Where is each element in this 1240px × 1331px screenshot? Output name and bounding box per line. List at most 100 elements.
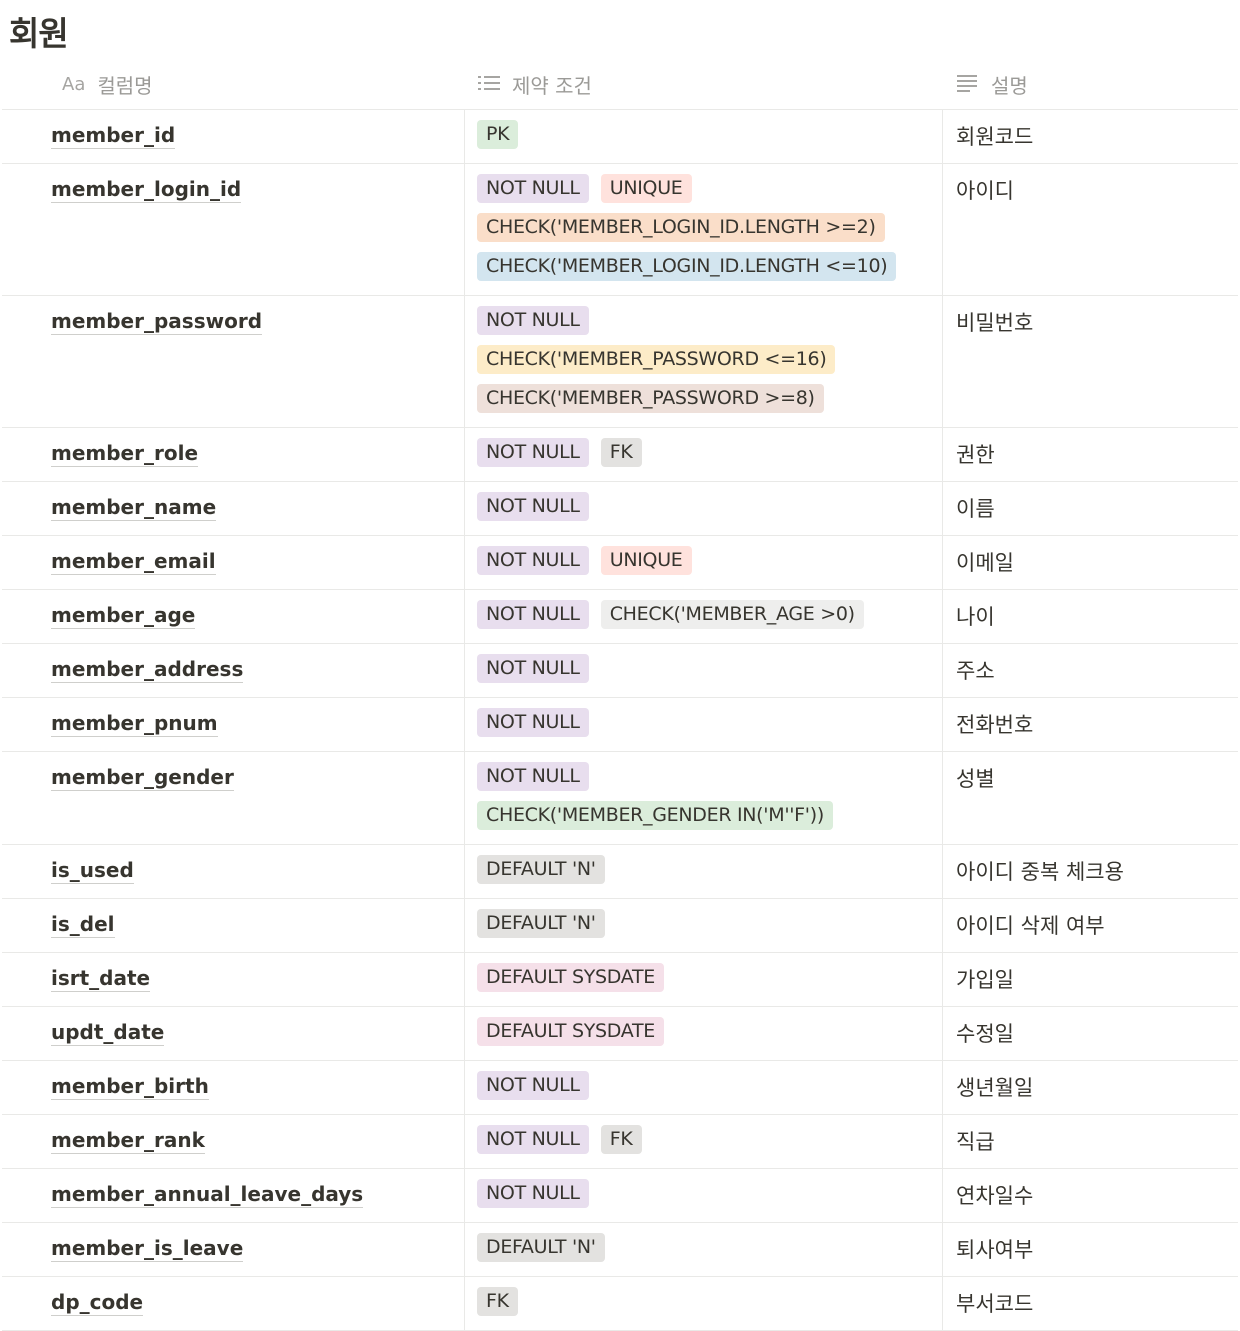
cell-column-name[interactable]: member_gender: [2, 752, 464, 844]
cell-description[interactable]: 아이디: [943, 164, 1238, 295]
cell-description[interactable]: 부서코드: [943, 1277, 1238, 1330]
cell-description[interactable]: 아이디 중복 체크용: [943, 845, 1238, 898]
cell-column-name[interactable]: is_used: [2, 845, 464, 898]
cell-column-name[interactable]: is_del: [2, 899, 464, 952]
cell-constraints[interactable]: NOT NULL: [464, 482, 943, 535]
table-row[interactable]: member_gender NOT NULL CHECK('MEMBER_GENDE…: [2, 752, 1238, 845]
table-row[interactable]: member_age NOT NULL CHECK('MEMBER_AGE >0) 나…: [2, 590, 1238, 644]
cell-description[interactable]: 직급: [943, 1115, 1238, 1168]
table-row[interactable]: member_annual_leave_days NOT NULL 연차일수: [2, 1169, 1238, 1223]
table-row[interactable]: member_password NOT NULL CHECK('MEMBER_PAS…: [2, 296, 1238, 428]
cell-description[interactable]: 전화번호: [943, 698, 1238, 751]
cell-column-name[interactable]: member_name: [2, 482, 464, 535]
column-name-text[interactable]: member_annual_leave_days: [51, 1182, 364, 1208]
table-row[interactable]: member_address NOT NULL 주소: [2, 644, 1238, 698]
column-name-text[interactable]: member_is_leave: [51, 1236, 244, 1262]
cell-column-name[interactable]: member_rank: [2, 1115, 464, 1168]
table-row[interactable]: member_birth NOT NULL 생년월일: [2, 1061, 1238, 1115]
cell-description[interactable]: 가입일: [943, 953, 1238, 1006]
cell-column-name[interactable]: member_pnum: [2, 698, 464, 751]
cell-constraints[interactable]: DEFAULT 'N': [464, 845, 943, 898]
table-row[interactable]: member_pnum NOT NULL 전화번호: [2, 698, 1238, 752]
cell-column-name[interactable]: isrt_date: [2, 953, 464, 1006]
cell-column-name[interactable]: member_role: [2, 428, 464, 481]
table-row[interactable]: member_is_leave DEFAULT 'N' 퇴사여부: [2, 1223, 1238, 1277]
cell-description[interactable]: 비밀번호: [943, 296, 1238, 427]
cell-description[interactable]: 주소: [943, 644, 1238, 697]
column-header-description[interactable]: 설명: [943, 60, 1238, 109]
cell-description[interactable]: 아이디 삭제 여부: [943, 899, 1238, 952]
cell-column-name[interactable]: member_annual_leave_days: [2, 1169, 464, 1222]
cell-description[interactable]: 수정일: [943, 1007, 1238, 1060]
cell-constraints[interactable]: NOT NULL CHECK('MEMBER_PASSWORD <=16) CHEC…: [464, 296, 943, 427]
column-name-text[interactable]: is_del: [51, 912, 115, 938]
cell-constraints[interactable]: NOT NULL CHECK('MEMBER_GENDER IN('M''F')): [464, 752, 943, 844]
cell-constraints[interactable]: DEFAULT 'N': [464, 1223, 943, 1276]
table-row[interactable]: member_login_id NOT NULL UNIQUE CHECK('MEMB…: [2, 164, 1238, 296]
cell-column-name[interactable]: member_address: [2, 644, 464, 697]
cell-constraints[interactable]: NOT NULL UNIQUE CHECK('MEMBER_LOGIN_ID.LEN…: [464, 164, 943, 295]
cell-constraints[interactable]: NOT NULL FK: [464, 1115, 943, 1168]
cell-description[interactable]: 나이: [943, 590, 1238, 643]
column-name-text[interactable]: member_address: [51, 657, 244, 683]
cell-description[interactable]: 이메일: [943, 536, 1238, 589]
column-name-text[interactable]: member_gender: [51, 765, 234, 791]
cell-constraints[interactable]: DEFAULT SYSDATE: [464, 953, 943, 1006]
table-row[interactable]: is_used DEFAULT 'N' 아이디 중복 체크용: [2, 845, 1238, 899]
cell-column-name[interactable]: member_password: [2, 296, 464, 427]
column-name-text[interactable]: member_name: [51, 495, 217, 521]
column-name-text[interactable]: member_age: [51, 603, 196, 629]
cell-column-name[interactable]: member_id: [2, 110, 464, 163]
table-row[interactable]: is_del DEFAULT 'N' 아이디 삭제 여부: [2, 899, 1238, 953]
column-name-text[interactable]: isrt_date: [51, 966, 151, 992]
cell-constraints[interactable]: NOT NULL: [464, 698, 943, 751]
table-row[interactable]: member_rank NOT NULL FK 직급: [2, 1115, 1238, 1169]
cell-constraints[interactable]: NOT NULL: [464, 1169, 943, 1222]
cell-constraints[interactable]: PK: [464, 110, 943, 163]
column-header-name[interactable]: Aa 컬럼명: [2, 60, 464, 109]
table-row[interactable]: dp_code FK 부서코드: [2, 1277, 1238, 1331]
cell-column-name[interactable]: member_is_leave: [2, 1223, 464, 1276]
column-name-text[interactable]: member_pnum: [51, 711, 218, 737]
cell-constraints[interactable]: NOT NULL CHECK('MEMBER_AGE >0): [464, 590, 943, 643]
cell-description[interactable]: 권한: [943, 428, 1238, 481]
cell-description[interactable]: 이름: [943, 482, 1238, 535]
column-name-text[interactable]: member_login_id: [51, 177, 242, 203]
table-row[interactable]: updt_date DEFAULT SYSDATE 수정일: [2, 1007, 1238, 1061]
cell-constraints[interactable]: NOT NULL: [464, 644, 943, 697]
cell-constraints[interactable]: NOT NULL UNIQUE: [464, 536, 943, 589]
cell-column-name[interactable]: member_age: [2, 590, 464, 643]
cell-constraints[interactable]: NOT NULL: [464, 1061, 943, 1114]
table-row[interactable]: isrt_date DEFAULT SYSDATE 가입일: [2, 953, 1238, 1007]
cell-column-name[interactable]: updt_date: [2, 1007, 464, 1060]
column-name-text[interactable]: dp_code: [51, 1290, 144, 1316]
column-name-text[interactable]: member_id: [51, 123, 176, 149]
cell-description[interactable]: 생년월일: [943, 1061, 1238, 1114]
cell-column-name[interactable]: member_birth: [2, 1061, 464, 1114]
column-name-text[interactable]: updt_date: [51, 1020, 165, 1046]
cell-description[interactable]: 연차일수: [943, 1169, 1238, 1222]
cell-description[interactable]: 성별: [943, 752, 1238, 844]
cell-constraints[interactable]: NOT NULL FK: [464, 428, 943, 481]
column-name-text[interactable]: member_role: [51, 441, 199, 467]
page-title: 회원: [9, 14, 69, 53]
cell-column-name[interactable]: member_login_id: [2, 164, 464, 295]
column-name-text[interactable]: is_used: [51, 858, 134, 884]
cell-constraints[interactable]: DEFAULT SYSDATE: [464, 1007, 943, 1060]
cell-constraints[interactable]: DEFAULT 'N': [464, 899, 943, 952]
column-name-text[interactable]: member_password: [51, 309, 263, 335]
column-name-text[interactable]: member_birth: [51, 1074, 209, 1100]
cell-description[interactable]: 퇴사여부: [943, 1223, 1238, 1276]
column-header-constraints[interactable]: 제약 조건: [464, 60, 943, 109]
column-name-text[interactable]: member_rank: [51, 1128, 205, 1154]
table-row[interactable]: member_role NOT NULL FK 권한: [2, 428, 1238, 482]
table-row[interactable]: member_email NOT NULL UNIQUE 이메일: [2, 536, 1238, 590]
column-header-label: 제약 조건: [512, 74, 592, 98]
table-row[interactable]: member_id PK 회원코드: [2, 110, 1238, 164]
cell-description[interactable]: 회원코드: [943, 110, 1238, 163]
column-name-text[interactable]: member_email: [51, 549, 216, 575]
table-row[interactable]: member_name NOT NULL 이름: [2, 482, 1238, 536]
cell-constraints[interactable]: FK: [464, 1277, 943, 1330]
cell-column-name[interactable]: member_email: [2, 536, 464, 589]
cell-column-name[interactable]: dp_code: [2, 1277, 464, 1330]
